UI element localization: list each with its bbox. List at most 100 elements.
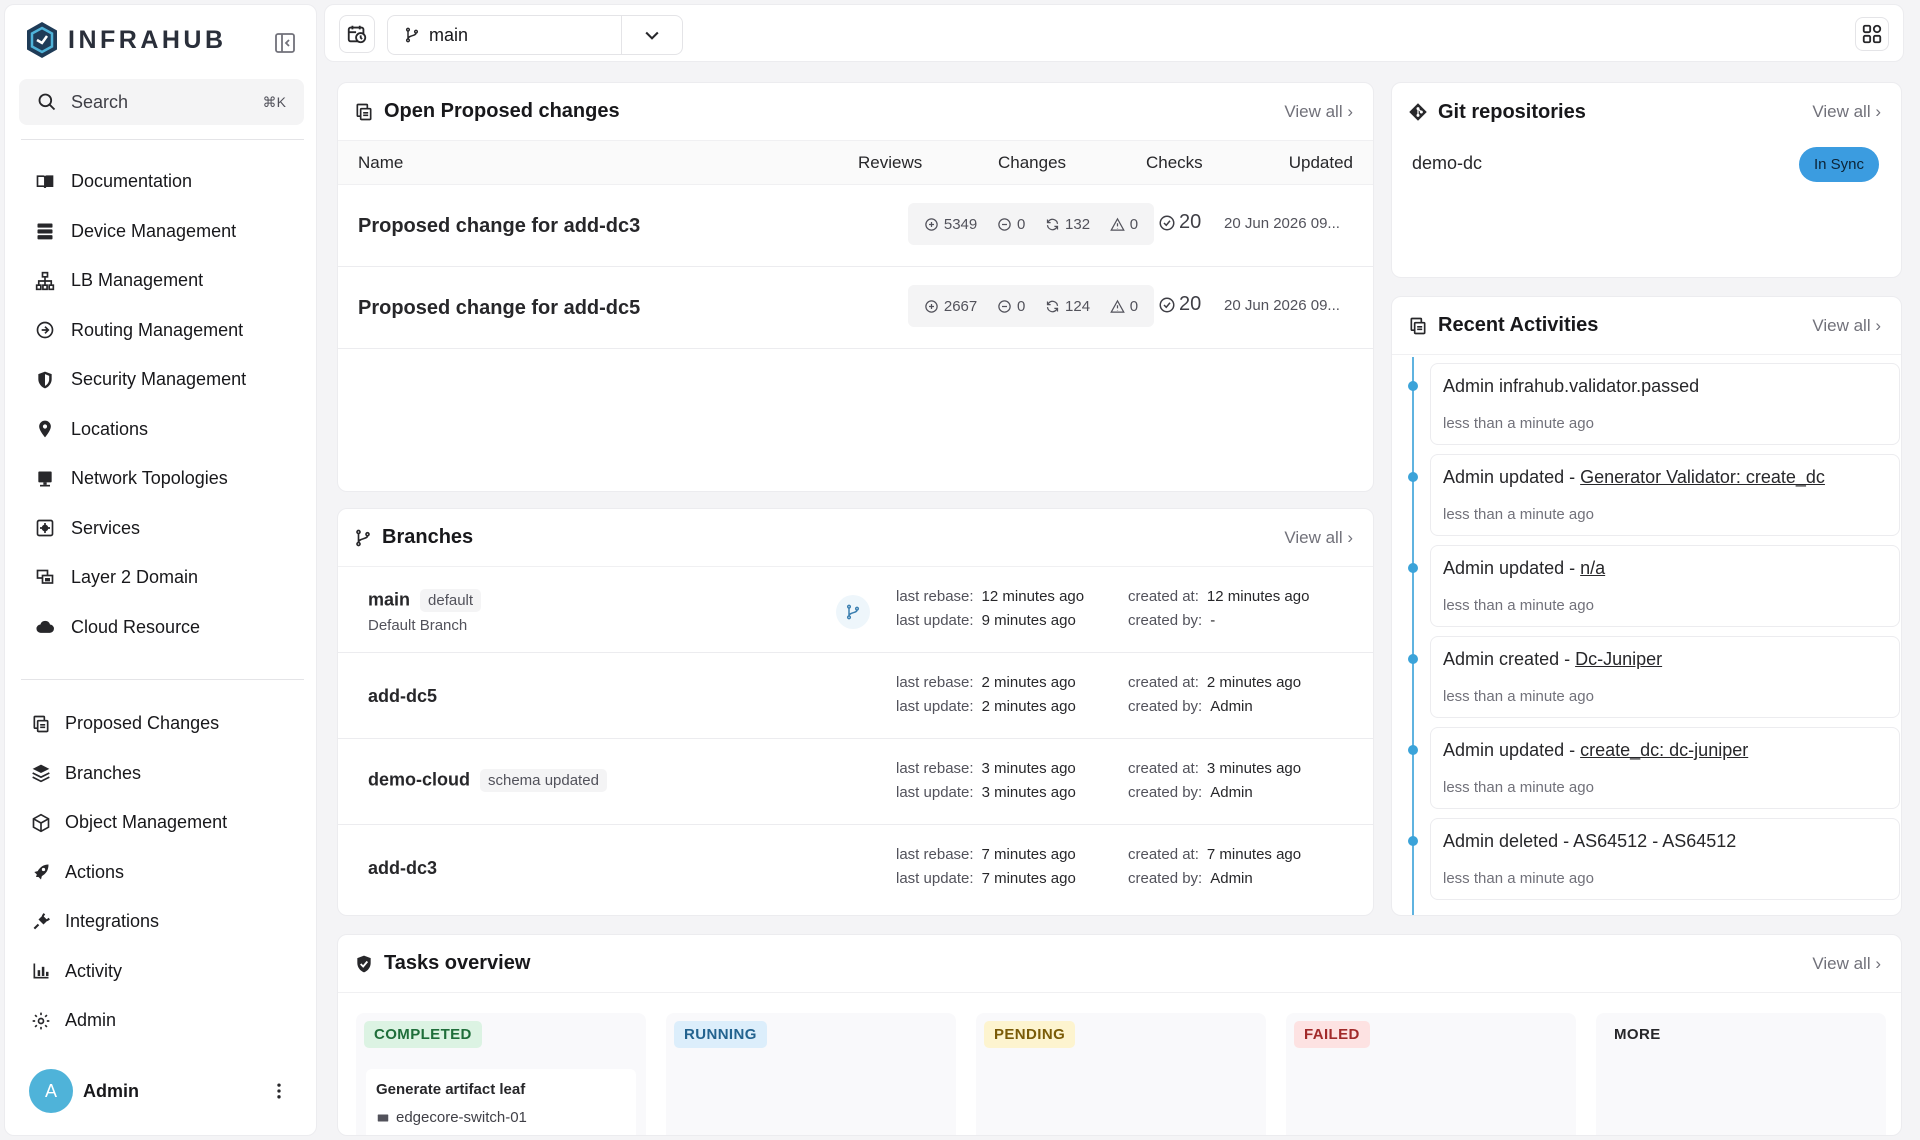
added-stat: 5349 (924, 216, 977, 233)
nav-item-documentation[interactable]: Documentation (19, 157, 309, 207)
branch-row[interactable]: add-dc5 last rebase: 2 minutes ago last u… (338, 653, 1373, 739)
nav-item-device-management[interactable]: Device Management (19, 207, 309, 257)
git-branch-icon (356, 529, 370, 546)
branch-row[interactable]: main default Default Branch last rebase: 1… (338, 567, 1373, 653)
activity-time: less than a minute ago (1443, 779, 1594, 796)
copy-icon (31, 714, 51, 734)
activity-separator: - (1564, 467, 1581, 487)
task-card[interactable]: Generate artifact leaf edgecore-switch-0… (366, 1069, 636, 1135)
label-created-by: created by: (1128, 870, 1203, 887)
card-header: Git repositories View all › (1392, 83, 1901, 141)
created-at-value: 3 minutes ago (1206, 760, 1302, 777)
nav-item-network-topologies[interactable]: Network Topologies (19, 454, 309, 504)
rocket-icon (31, 862, 51, 882)
plus-circle-icon (925, 217, 938, 231)
more-vertical-icon[interactable] (269, 1081, 289, 1101)
label-last-rebase: last rebase: (896, 760, 974, 777)
infrahub-logo-icon (27, 22, 57, 58)
proposed-change-name[interactable]: Proposed change for add-dc3 (358, 215, 640, 238)
task-column-more: MORE (1596, 1013, 1886, 1135)
nav-item-locations[interactable]: Locations (19, 405, 309, 455)
added-stat: 2667 (924, 298, 977, 315)
apps-button[interactable] (1855, 17, 1889, 51)
nav-item-security-management[interactable]: Security Management (19, 355, 309, 405)
branch-badge: schema updated (480, 769, 607, 792)
time-travel-button[interactable] (339, 15, 375, 53)
timeline-dot (1408, 381, 1418, 391)
nav-item-admin[interactable]: Admin (19, 996, 309, 1046)
branch-dropdown-toggle[interactable] (622, 25, 682, 45)
branches-card: Branches View all › main default Default … (337, 508, 1374, 916)
table-row[interactable]: Proposed change for add-dc5 2667 0 124 0… (338, 267, 1373, 349)
repository-name[interactable]: demo-dc (1412, 153, 1482, 174)
branch-row[interactable]: add-dc3 last rebase: 7 minutes ago last u… (338, 825, 1373, 911)
view-all-link[interactable]: View all › (1812, 954, 1881, 974)
activity-text: Admin created - Dc-Juniper (1443, 649, 1662, 670)
card-title: Git repositories (1438, 100, 1586, 123)
view-all-link[interactable]: View all › (1284, 528, 1353, 548)
nav-item-proposed-changes[interactable]: Proposed Changes (19, 699, 309, 749)
nav-item-layer-2-domain[interactable]: Layer 2 Domain (19, 553, 309, 603)
activity-item[interactable]: Admin created - Dc-Juniper less than a m… (1430, 636, 1900, 718)
activity-target-link[interactable]: Generator Validator: create_dc (1580, 467, 1825, 487)
created-at-value: 12 minutes ago (1206, 588, 1310, 605)
nav-item-cloud-resource[interactable]: Cloud Resource (19, 603, 309, 653)
task-device: edgecore-switch-01 (396, 1109, 527, 1126)
removed-stat: 0 (997, 216, 1025, 233)
label-created-at: created at: (1128, 760, 1199, 777)
nav-item-branches[interactable]: Branches (19, 749, 309, 799)
activity-item[interactable]: Admin updated - Generator Validator: cre… (1430, 454, 1900, 536)
label-last-update: last update: (896, 784, 974, 801)
nav-item-services[interactable]: Services (19, 504, 309, 554)
branch-name[interactable]: add-dc3 (368, 858, 437, 879)
table-row[interactable]: Proposed change for add-dc3 5349 0 132 0… (338, 185, 1373, 267)
activity-text: Admin infrahub.validator.passed (1443, 376, 1699, 397)
recent-activities-card: Recent Activities View all › Admin infra… (1391, 296, 1902, 916)
view-all-link[interactable]: View all › (1284, 102, 1353, 122)
column-header-name[interactable]: Name (358, 153, 403, 173)
nav-label: Documentation (71, 171, 193, 192)
activity-item[interactable]: Admin deleted - AS64512 - AS64512 less t… (1430, 818, 1900, 900)
task-title: Generate artifact leaf (376, 1081, 526, 1098)
activity-target-link[interactable]: create_dc: dc-juniper (1580, 740, 1748, 760)
nav-item-routing-management[interactable]: Routing Management (19, 306, 309, 356)
collapse-sidebar-icon[interactable] (273, 31, 297, 55)
column-header-checks[interactable]: Checks (1146, 153, 1203, 173)
proposed-change-name[interactable]: Proposed change for add-dc5 (358, 297, 640, 320)
search-box[interactable]: Search ⌘K (19, 79, 304, 125)
nav-item-activity[interactable]: Activity (19, 947, 309, 997)
branch-selector[interactable]: main (387, 15, 683, 55)
nav-item-lb-management[interactable]: LB Management (19, 256, 309, 306)
repository-row[interactable]: demo-dc In Sync (1392, 141, 1901, 217)
app-name: INFRAHUB (68, 25, 227, 54)
user-menu[interactable]: A Admin (29, 1069, 289, 1113)
column-header-updated[interactable]: Updated (1289, 153, 1353, 173)
activity-item[interactable]: Admin updated - create_dc: dc-juniper le… (1430, 727, 1900, 809)
column-header-reviews[interactable]: Reviews (858, 153, 922, 173)
nav-label: Proposed Changes (65, 713, 220, 734)
nav-item-object-management[interactable]: Object Management (19, 798, 309, 848)
branch-created-info: created at: 12 minutes ago created by: - (1128, 585, 1309, 633)
view-all-link[interactable]: View all › (1812, 316, 1881, 336)
nav-label: Services (71, 517, 141, 538)
app-logo[interactable]: INFRAHUB (25, 21, 227, 59)
branch-name[interactable]: demo-cloud schema updated (368, 769, 607, 792)
activity-text: Admin updated - Generator Validator: cre… (1443, 467, 1825, 488)
status-badge: RUNNING (674, 1021, 767, 1048)
column-header-changes[interactable]: Changes (998, 153, 1066, 173)
branch-badge: default (420, 589, 482, 612)
nav-item-actions[interactable]: Actions (19, 848, 309, 898)
branch-selector-value[interactable]: main (388, 16, 622, 54)
nav-item-integrations[interactable]: Integrations (19, 897, 309, 947)
activity-target-link[interactable]: n/a (1580, 558, 1605, 578)
label-created-at: created at: (1128, 846, 1199, 863)
card-header: Recent Activities View all › (1392, 297, 1901, 355)
activity-item[interactable]: Admin infrahub.validator.passed less tha… (1430, 363, 1900, 445)
branch-row[interactable]: demo-cloud schema updated last rebase: 3 m… (338, 739, 1373, 825)
activity-actor: Admin (1443, 649, 1495, 669)
activity-target-link[interactable]: Dc-Juniper (1575, 649, 1662, 669)
branch-name[interactable]: add-dc5 (368, 686, 437, 707)
activity-item[interactable]: Admin updated - n/a less than a minute a… (1430, 545, 1900, 627)
view-all-link[interactable]: View all › (1812, 102, 1881, 122)
branch-name[interactable]: main default (368, 589, 482, 612)
